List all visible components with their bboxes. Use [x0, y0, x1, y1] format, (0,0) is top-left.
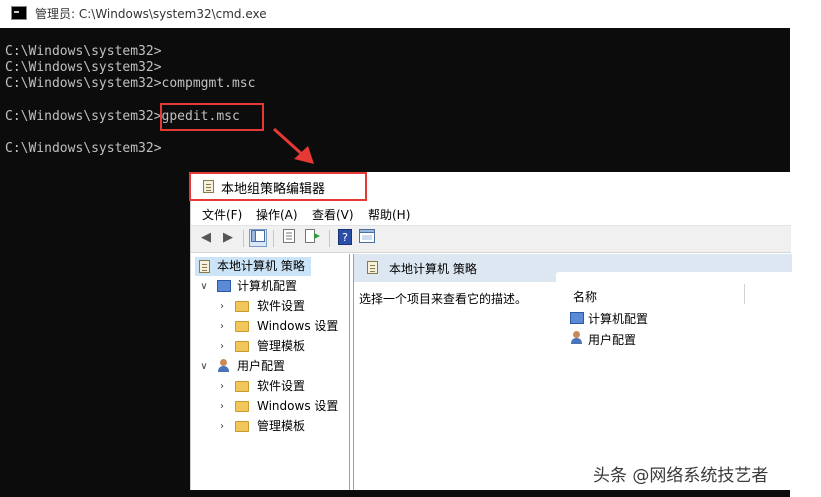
- user-icon: [570, 331, 583, 345]
- user-icon: [217, 359, 230, 373]
- cmd-window-title: 管理员: C:\Windows\system32\cmd.exe: [35, 7, 267, 21]
- tree-item-windows-settings[interactable]: › Windows 设置: [217, 397, 345, 416]
- menu-file[interactable]: 文件(F): [202, 206, 242, 223]
- policy-doc-icon: [199, 260, 210, 273]
- tree-item-windows-settings[interactable]: › Windows 设置: [217, 317, 345, 336]
- background-edge: [790, 28, 821, 497]
- chevron-right-icon[interactable]: ›: [217, 337, 227, 356]
- menu-action[interactable]: 操作(A): [256, 206, 298, 223]
- console-line: C:\Windows\system32>: [5, 141, 162, 156]
- folder-icon: [235, 341, 249, 352]
- computer-icon: [570, 312, 584, 324]
- cmd-titlebar[interactable]: 管理员: C:\Windows\system32\cmd.exe: [0, 0, 821, 28]
- folder-icon: [235, 321, 249, 332]
- description-text: 选择一个项目来查看它的描述。: [359, 292, 528, 306]
- view-pane-icon[interactable]: [358, 229, 376, 247]
- computer-icon: [217, 280, 231, 292]
- properties-icon[interactable]: [280, 229, 298, 247]
- tree-item-computer-config[interactable]: ∨ 计算机配置: [199, 277, 339, 296]
- back-arrow-icon[interactable]: ◀: [197, 229, 215, 247]
- chevron-right-icon[interactable]: ›: [217, 297, 227, 316]
- details-header-title: 本地计算机 策略: [389, 262, 477, 276]
- tree-item-label: Windows 设置: [257, 319, 339, 333]
- folder-icon: [235, 401, 249, 412]
- toolbar: ◀ ▶ ?: [191, 225, 791, 253]
- column-divider[interactable]: [744, 284, 745, 304]
- tree-item-label: 软件设置: [257, 299, 306, 313]
- folder-icon: [235, 301, 249, 312]
- tree-item-software-settings[interactable]: › 软件设置: [217, 377, 345, 396]
- tree-pane: 本地计算机 策略 ∨ 计算机配置 › 软件设置 › Windows 设置 › 管…: [191, 254, 350, 490]
- toolbar-separator: [329, 230, 330, 247]
- tree-item-admin-templates[interactable]: › 管理模板: [217, 337, 345, 356]
- console-line: C:\Windows\system32>compmgmt.msc: [5, 76, 256, 91]
- column-header-name[interactable]: 名称: [573, 288, 597, 305]
- folder-icon: [235, 421, 249, 432]
- tree-item-label: 管理模板: [257, 419, 306, 433]
- tree-item-label: 管理模板: [257, 339, 306, 353]
- tree-item-software-settings[interactable]: › 软件设置: [217, 297, 345, 316]
- console-icon: [11, 6, 27, 20]
- chevron-right-icon[interactable]: ›: [217, 377, 227, 396]
- tree-item-admin-templates[interactable]: › 管理模板: [217, 417, 345, 436]
- console-line: C:\Windows\system32>: [5, 60, 162, 75]
- menu-view[interactable]: 查看(V): [312, 206, 354, 223]
- menu-bar: 文件(F) 操作(A) 查看(V) 帮助(H): [191, 203, 791, 225]
- forward-arrow-icon[interactable]: ▶: [219, 229, 237, 247]
- folder-icon: [235, 381, 249, 392]
- export-list-icon[interactable]: [304, 229, 322, 247]
- list-item-label: 计算机配置: [588, 312, 649, 326]
- details-pane: 本地计算机 策略 选择一个项目来查看它的描述。 名称 计算机配置 用户配置: [353, 254, 792, 490]
- gpedit-window: 本地组策略编辑器 文件(F) 操作(A) 查看(V) 帮助(H) ◀ ▶ ? 本…: [190, 172, 792, 490]
- command-highlight-box: [160, 103, 264, 131]
- watermark-text: 头条 @网络系统技艺者: [593, 466, 769, 486]
- chevron-down-icon[interactable]: ∨: [199, 277, 209, 296]
- svg-text:?: ?: [342, 231, 348, 244]
- toolbar-separator: [243, 230, 244, 247]
- tree-item-label: Windows 设置: [257, 399, 339, 413]
- title-highlight-box: [189, 172, 367, 201]
- console-line: C:\Windows\system32>: [5, 44, 162, 59]
- tree-item-label: 软件设置: [257, 379, 306, 393]
- show-hide-tree-icon[interactable]: [249, 229, 267, 247]
- policy-doc-icon: [367, 261, 378, 274]
- chevron-right-icon[interactable]: ›: [217, 317, 227, 336]
- tree-item-user-config[interactable]: ∨ 用户配置: [199, 357, 339, 376]
- list-item-label: 用户配置: [588, 333, 637, 347]
- tree-item-label: 用户配置: [237, 359, 286, 373]
- help-icon[interactable]: ?: [336, 229, 354, 247]
- item-list: 名称 计算机配置 用户配置: [556, 272, 792, 490]
- tree-item-local-computer-policy[interactable]: 本地计算机 策略: [195, 257, 311, 276]
- chevron-right-icon[interactable]: ›: [217, 397, 227, 416]
- chevron-right-icon[interactable]: ›: [217, 417, 227, 436]
- menu-help[interactable]: 帮助(H): [368, 206, 410, 223]
- red-arrow-icon: [272, 127, 314, 164]
- chevron-down-icon[interactable]: ∨: [199, 357, 209, 376]
- tree-item-label: 本地计算机 策略: [217, 259, 305, 273]
- toolbar-separator: [273, 230, 274, 247]
- tree-item-label: 计算机配置: [237, 279, 298, 293]
